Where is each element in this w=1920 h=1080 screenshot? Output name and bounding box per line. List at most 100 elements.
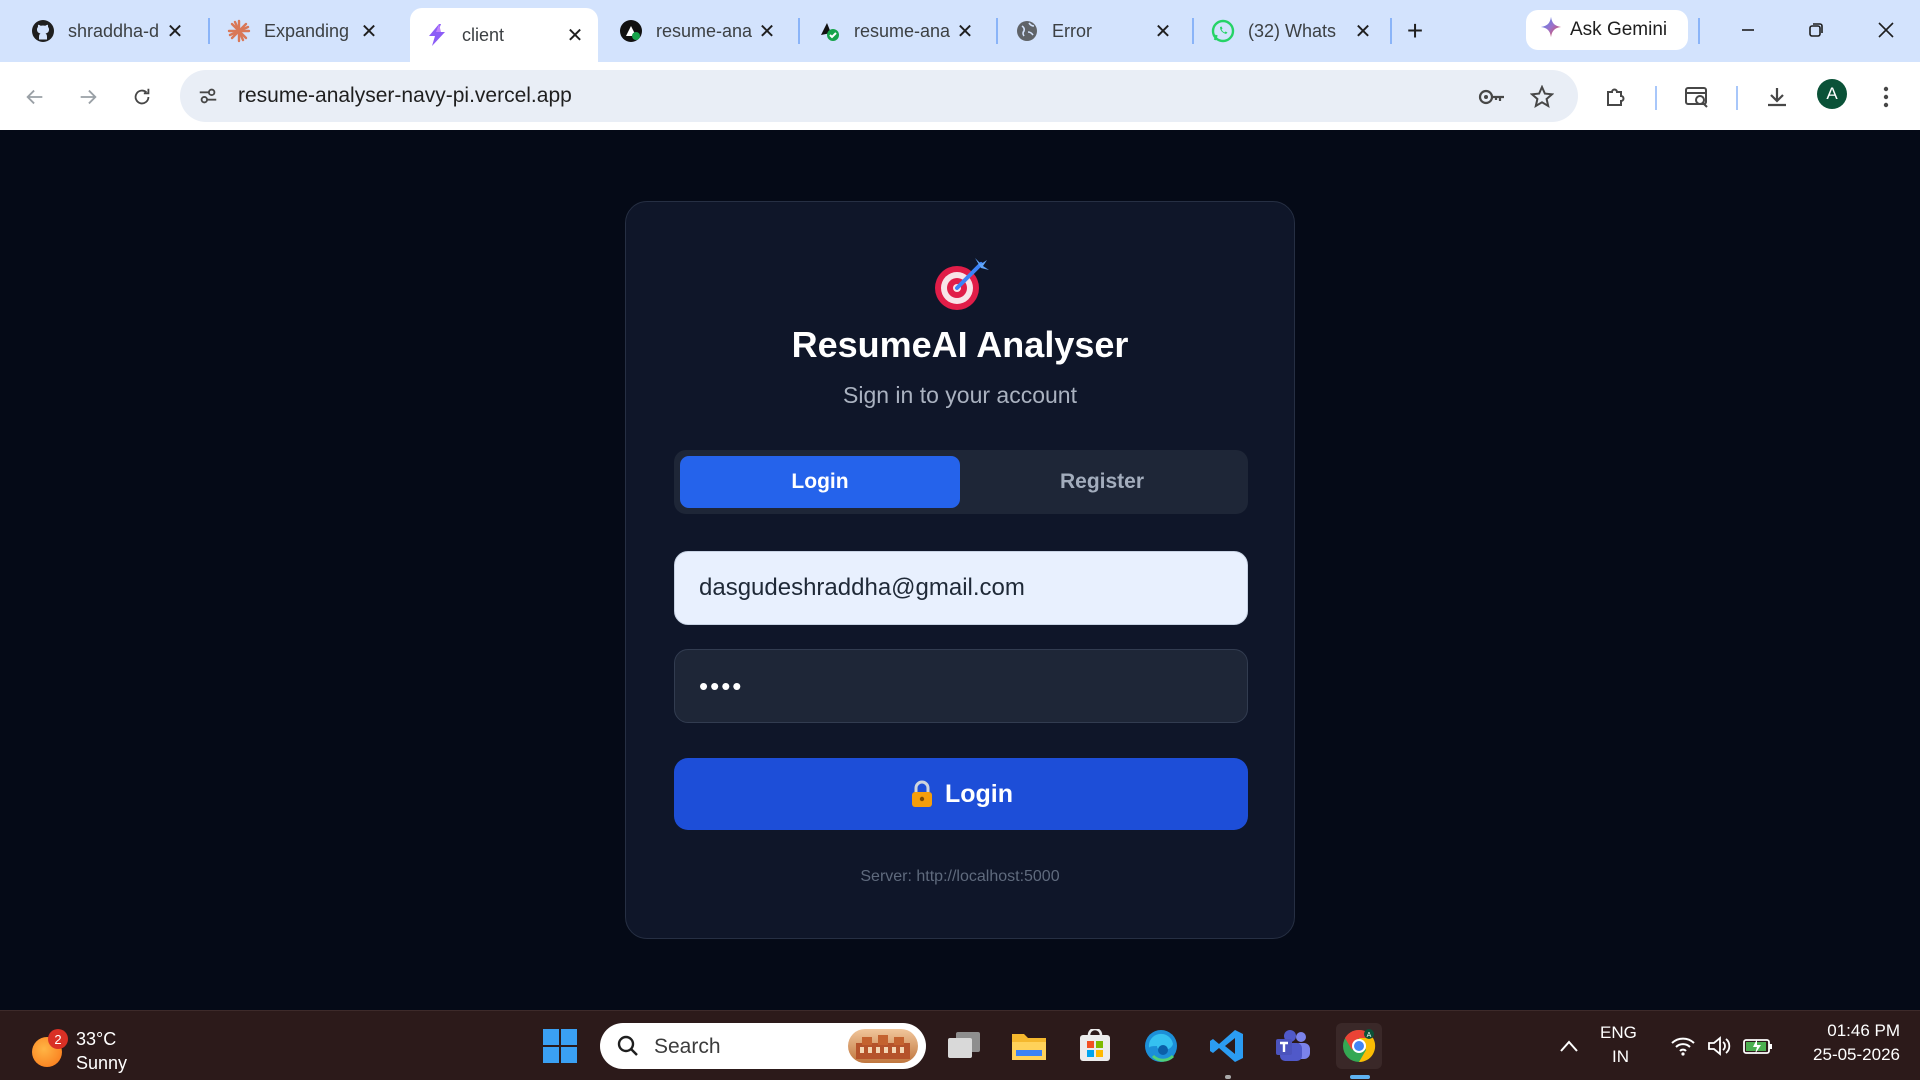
tab-login[interactable]: Login — [680, 456, 960, 508]
more-vert-icon — [1883, 86, 1889, 108]
close-icon[interactable]: ✕ — [1350, 18, 1376, 44]
weather-condition: Sunny — [76, 1053, 128, 1073]
tab-github[interactable]: shraddha-d ✕ — [16, 8, 198, 54]
tab-separator — [798, 18, 800, 44]
search-label: Search — [654, 1035, 721, 1058]
language-code[interactable]: ENG — [1600, 1023, 1637, 1043]
tab-separator — [1698, 18, 1700, 44]
new-tab-button[interactable]: + — [1398, 14, 1432, 48]
tab-whatsapp[interactable]: (32) Whats ✕ — [1196, 8, 1386, 54]
folder-icon — [1012, 1034, 1046, 1060]
address-bar[interactable]: resume-analyser-navy-pi.vercel.app — [180, 70, 1578, 122]
reload-icon — [134, 88, 150, 105]
profile-avatar[interactable]: A — [1817, 79, 1847, 109]
reload-button[interactable] — [122, 77, 162, 117]
chevron-up-icon — [1560, 1040, 1578, 1052]
running-indicator — [1225, 1075, 1231, 1079]
tab-claude[interactable]: Expanding ✕ — [212, 8, 392, 54]
bookmark-button[interactable] — [1522, 77, 1562, 117]
windows-icon — [543, 1029, 577, 1063]
download-icon — [1768, 88, 1786, 107]
tab-title: Expanding — [264, 20, 350, 41]
vscode-icon — [1210, 1030, 1243, 1062]
login-submit-button[interactable]: Login — [674, 758, 1248, 830]
tab-title: client — [462, 24, 505, 45]
site-info-icon[interactable] — [192, 80, 224, 112]
clock-date: 25-05-2026 — [1813, 1045, 1900, 1064]
show-hidden-icons-button[interactable] — [1546, 1023, 1592, 1069]
volume-icon — [1708, 1036, 1731, 1056]
tab-render[interactable]: resume-ana ✕ — [604, 8, 790, 54]
url-text: resume-analyser-navy-pi.vercel.app — [238, 84, 572, 107]
teams-button[interactable] — [1270, 1023, 1316, 1069]
restore-icon — [1809, 23, 1823, 37]
search-icon — [617, 1035, 638, 1056]
close-icon — [1878, 22, 1894, 38]
key-icon — [1478, 89, 1504, 105]
tab-error[interactable]: Error ✕ — [1000, 8, 1186, 54]
star-icon — [1530, 85, 1554, 109]
tab-search-button[interactable] — [1677, 77, 1717, 117]
auth-mode-toggle: Login Register — [674, 450, 1248, 514]
ask-gemini-button[interactable]: Ask Gemini — [1526, 10, 1688, 50]
tab-separator — [996, 18, 998, 44]
page-content: ResumeAI Analyser Sign in to your accoun… — [0, 130, 1920, 1010]
close-icon[interactable]: ✕ — [754, 18, 780, 44]
tab-register[interactable]: Register — [962, 456, 1242, 508]
battery-charging-icon — [1743, 1039, 1772, 1054]
arrow-left-icon — [26, 89, 43, 105]
email-field[interactable]: dasgudeshraddha@gmail.com — [674, 551, 1248, 625]
tab-search-icon — [1685, 87, 1708, 108]
forward-button[interactable] — [68, 77, 108, 117]
target-icon — [931, 254, 991, 314]
downloads-button[interactable] — [1757, 77, 1797, 117]
microsoft-store-button[interactable] — [1072, 1023, 1118, 1069]
minimize-button[interactable] — [1726, 10, 1770, 50]
password-key-button[interactable] — [1472, 77, 1512, 117]
close-icon[interactable]: ✕ — [356, 18, 382, 44]
svg-text:A: A — [1367, 1032, 1372, 1039]
notification-badge: 2 — [48, 1029, 68, 1049]
restore-button[interactable] — [1794, 10, 1838, 50]
back-button[interactable] — [15, 77, 55, 117]
minimize-icon — [1742, 29, 1754, 31]
weather-widget[interactable]: 2 33°C Sunny — [28, 1023, 148, 1073]
lock-icon — [909, 780, 935, 808]
tab-vercel[interactable]: resume-ana ✕ — [802, 8, 988, 54]
vercel-icon — [816, 18, 842, 44]
app-subtitle: Sign in to your account — [843, 382, 1077, 408]
chrome-icon: A — [1343, 1029, 1376, 1063]
globe-icon — [1014, 18, 1040, 44]
close-icon[interactable]: ✕ — [162, 18, 188, 44]
clock-time[interactable]: 01:46 PM — [1800, 1021, 1900, 1041]
tab-title: Error — [1052, 20, 1092, 41]
close-window-button[interactable] — [1864, 10, 1908, 50]
edge-button[interactable] — [1138, 1023, 1184, 1069]
whatsapp-icon — [1210, 18, 1236, 44]
battery-button[interactable] — [1735, 1023, 1781, 1069]
file-explorer-button[interactable] — [1006, 1023, 1052, 1069]
puzzle-icon — [1607, 88, 1625, 106]
extensions-button[interactable] — [1596, 77, 1636, 117]
ask-gemini-label: Ask Gemini — [1570, 19, 1668, 40]
start-button[interactable] — [537, 1023, 583, 1069]
task-view-icon — [948, 1032, 980, 1058]
taskbar-search[interactable]: Search — [600, 1023, 926, 1069]
vscode-button[interactable] — [1204, 1023, 1250, 1069]
app-title: ResumeAI Analyser — [791, 324, 1129, 365]
tab-strip: shraddha-d ✕ Expanding ✕ client ✕ resume… — [0, 0, 1920, 62]
password-field[interactable]: •••• — [674, 649, 1248, 723]
windows-taskbar: 2 33°C Sunny Search A ENG IN 01:46 PM 25… — [0, 1010, 1920, 1080]
vite-icon — [424, 22, 450, 48]
tab-client[interactable]: client ✕ — [410, 8, 598, 62]
close-icon[interactable]: ✕ — [562, 22, 588, 48]
chrome-menu-button[interactable] — [1866, 77, 1906, 117]
chrome-taskbar-button[interactable]: A — [1336, 1023, 1382, 1069]
login-card: ResumeAI Analyser Sign in to your accoun… — [625, 201, 1295, 939]
task-view-button[interactable] — [941, 1023, 987, 1069]
close-icon[interactable]: ✕ — [1150, 18, 1176, 44]
tab-title: shraddha-d — [68, 20, 160, 41]
close-icon[interactable]: ✕ — [952, 18, 978, 44]
render-icon — [618, 18, 644, 44]
toolbar-separator — [1736, 86, 1738, 110]
